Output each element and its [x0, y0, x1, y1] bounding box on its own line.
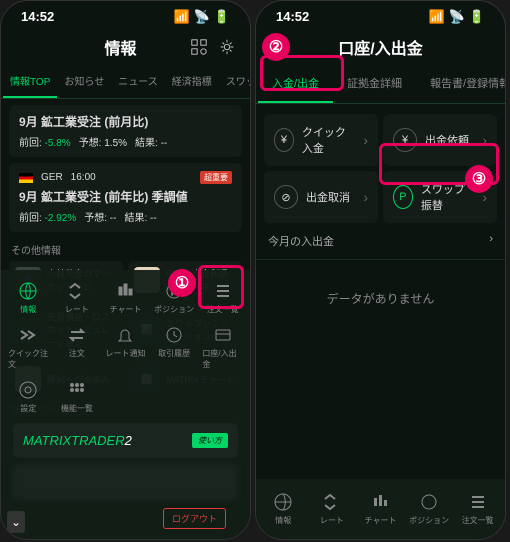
brand-banner[interactable]: MATRIXTRADER2 使い方 — [13, 423, 238, 458]
country: GER — [41, 172, 63, 183]
rate-icon — [322, 492, 342, 512]
gear-icon — [18, 380, 38, 400]
time: 16:00 — [71, 172, 96, 183]
candle-icon — [370, 492, 390, 512]
tab-swap[interactable]: スワップ — [219, 65, 251, 98]
result: 結果: -- — [124, 209, 156, 224]
grid-icon — [67, 380, 87, 400]
swap-icon: P — [393, 185, 413, 209]
empty-state: データがありません — [256, 260, 505, 337]
tab-report[interactable]: 報告書/登録情報 — [416, 65, 506, 103]
prev: 前回: 前回: -5.8%-5.8% — [19, 134, 71, 149]
battery-icon: 🔋 — [214, 9, 230, 25]
nav-history[interactable]: 取引履歴 — [151, 322, 198, 373]
logout-button[interactable]: ログアウト — [163, 508, 226, 529]
signal-icon: 📶 — [428, 9, 444, 25]
wifi-icon: 📡 — [449, 9, 465, 25]
econ-card-1[interactable]: 9月 鉱工業受注 (前月比) 前回: 前回: -5.8%-5.8% 予想: 1.… — [9, 105, 242, 157]
fast-icon — [18, 325, 38, 345]
importance-badge: 超重要 — [200, 171, 232, 184]
prev: 前回: -2.92% — [19, 209, 76, 224]
bottom-nav: 情報 レート チャート ポジション 注文一覧 — [256, 479, 505, 539]
nav-chart[interactable]: チャート — [102, 278, 149, 318]
nav-quick[interactable]: クイック注文 — [5, 322, 52, 373]
rate-icon — [67, 281, 87, 301]
highlight-account — [198, 265, 244, 309]
tab-news[interactable]: ニュース — [111, 65, 165, 98]
marker-2: ② — [262, 33, 290, 61]
nav-rate[interactable]: レート — [309, 489, 356, 529]
section-other: その他情報 — [1, 238, 250, 261]
marker-3: ③ — [465, 165, 493, 193]
nav-features[interactable]: 機能一覧 — [54, 377, 101, 417]
card-title: 9月 鉱工業受注 (前年比) 季調値 — [19, 188, 232, 205]
month-header: 今月の入出金 › — [256, 223, 505, 260]
usage-button[interactable]: 使い方 — [192, 433, 228, 448]
tabs: 情報TOP お知らせ ニュース 経済指標 スワップ — [1, 65, 250, 99]
nav-alert[interactable]: レート通知 — [102, 322, 149, 373]
position-icon — [419, 492, 439, 512]
time: 14:52 — [21, 9, 54, 25]
chevron-right-icon: › — [363, 189, 368, 205]
nav-chart[interactable]: チャート — [357, 489, 404, 529]
battery-icon: 🔋 — [469, 9, 485, 25]
gear-icon[interactable] — [218, 38, 236, 56]
cancel-icon: ⊘ — [274, 185, 298, 209]
tab-margin[interactable]: 証拠金詳細 — [333, 65, 416, 103]
time: 14:52 — [276, 9, 309, 25]
phone-left: 14:52 📶 📡 🔋 情報 情報TOP お知らせ ニュース 経済指標 スワップ… — [0, 0, 251, 540]
header: 情報 — [1, 29, 250, 65]
nav-orders[interactable]: 注文一覧 — [454, 489, 501, 529]
btn-quick-deposit[interactable]: ¥ クイック入金 › — [264, 114, 378, 166]
card-icon — [213, 325, 233, 345]
globe-icon — [273, 492, 293, 512]
econ-card-2[interactable]: GER 16:00 超重要 9月 鉱工業受注 (前年比) 季調値 前回: -2.… — [9, 163, 242, 232]
tab-indicator[interactable]: 経済指標 — [165, 65, 219, 98]
phone-right: 14:52 📶 📡 🔋 口座/入出金 入金/出金 証拠金詳細 報告書/登録情報 … — [255, 0, 506, 540]
list-icon — [468, 492, 488, 512]
forecast: 予想: 1.5% — [79, 134, 127, 149]
result: 結果: -- — [135, 134, 167, 149]
yen-icon: ¥ — [274, 128, 294, 152]
status-bar: 14:52 📶 📡 🔋 — [1, 1, 250, 29]
nav-rate[interactable]: レート — [54, 278, 101, 318]
history-icon — [164, 325, 184, 345]
globe-icon — [18, 281, 38, 301]
marker-1: ① — [168, 269, 196, 297]
candle-icon — [115, 281, 135, 301]
forecast: 予想: -- — [84, 209, 116, 224]
chevron-right-icon: › — [363, 132, 368, 148]
exchange-icon — [67, 325, 87, 345]
nav-info[interactable]: 情報 — [260, 489, 307, 529]
nav-info[interactable]: 情報 — [5, 278, 52, 318]
signal-icon: 📶 — [173, 9, 189, 25]
wifi-icon: 📡 — [194, 9, 210, 25]
bell-icon — [115, 325, 135, 345]
grid-icon[interactable] — [190, 38, 208, 56]
card-title: 9月 鉱工業受注 (前月比) — [19, 113, 232, 130]
btn-withdraw-cancel[interactable]: ⊘ 出金取消 › — [264, 171, 378, 223]
flag-germany-icon — [19, 173, 33, 183]
nav-settings[interactable]: 設定 — [5, 377, 52, 417]
tab-info-top[interactable]: 情報TOP — [3, 65, 57, 98]
status-bar: 14:52 📶 📡 🔋 — [256, 1, 505, 29]
nav-account[interactable]: 口座/入出金 — [199, 322, 246, 373]
page-title: 情報 — [51, 35, 190, 59]
nav-position[interactable]: ポジション — [406, 489, 453, 529]
status-icons: 📶 📡 🔋 — [428, 9, 485, 25]
nav-order[interactable]: 注文 — [54, 322, 101, 373]
collapse-icon[interactable]: ⌄ — [7, 511, 25, 533]
chevron-right-icon[interactable]: › — [489, 233, 493, 249]
status-icons: 📶 📡 🔋 — [173, 9, 230, 25]
blurred-info — [13, 464, 238, 500]
bottom-nav: 情報 レート チャート Pポジション 注文一覧 クイック注文 注文 レート通知 … — [1, 270, 250, 539]
tab-notice[interactable]: お知らせ — [57, 65, 111, 98]
